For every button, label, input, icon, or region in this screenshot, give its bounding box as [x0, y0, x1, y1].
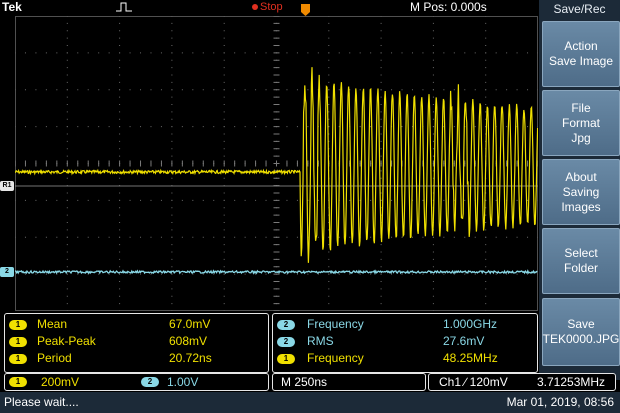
action-save-image-button[interactable]: Action Save Image: [542, 21, 620, 87]
run-state-label: Stop: [260, 1, 283, 13]
ch1-badge: 1: [9, 336, 27, 347]
measurements-panel-left: 1 Mean 67.0mV 1 Peak-Peak 608mV 1 Period…: [4, 313, 269, 373]
ch1-badge: 1: [9, 319, 27, 330]
file-format-button[interactable]: File Format Jpg: [542, 90, 620, 156]
ch1-scale: 200mV: [41, 375, 80, 389]
measurement-name: Period: [37, 351, 72, 365]
measurement-value: 1.000GHz: [443, 317, 498, 331]
ch2-waveform-trace: [15, 269, 538, 275]
vertical-settings-readout[interactable]: 1 200mV 2 1.00V: [4, 373, 269, 391]
select-folder-button[interactable]: Select Folder: [542, 228, 620, 294]
measurement-value: 608mV: [169, 334, 208, 348]
ch2-badge: 2: [277, 319, 295, 330]
ch1-badge: 1: [9, 353, 27, 364]
measurement-name: RMS: [307, 334, 334, 348]
menu-title: Save/Rec: [553, 2, 606, 16]
ch2-ground-marker[interactable]: 2: [0, 267, 14, 277]
waveform-display[interactable]: [15, 16, 538, 311]
trigger-readout[interactable]: Ch1 ∕ 120mV 3.71253MHz: [428, 373, 616, 391]
reference-marker-r1[interactable]: R1: [0, 181, 14, 191]
measurement-value: 48.25MHz: [443, 351, 498, 365]
about-saving-images-button[interactable]: About Saving Images: [542, 159, 620, 225]
bottom-status-bar: Please wait.... Mar 01, 2019, 08:56: [0, 392, 620, 413]
measurement-row: 2 RMS 27.6mV: [277, 334, 533, 349]
brand-logo: Tek: [2, 0, 22, 14]
date-time: Mar 01, 2019, 08:56: [506, 395, 614, 409]
trigger-edge-icon: [116, 2, 132, 12]
measurement-row: 1 Mean 67.0mV: [9, 317, 264, 332]
measurement-row: 1 Peak-Peak 608mV: [9, 334, 264, 349]
measurements-panel-right: 2 Frequency 1.000GHz 2 RMS 27.6mV 1 Freq…: [272, 313, 538, 373]
measurement-row: 2 Frequency 1.000GHz: [277, 317, 533, 332]
ch1-badge: 1: [277, 353, 295, 364]
ch2-badge: 2: [277, 336, 295, 347]
ch2-scale: 1.00V: [167, 375, 199, 389]
status-message: Please wait....: [4, 395, 79, 409]
stop-dot-icon: [252, 4, 258, 10]
timebase-readout[interactable]: M 250ns: [272, 373, 426, 391]
measurement-value: 20.72ns: [169, 351, 212, 365]
ch2-badge: 2: [141, 377, 159, 387]
side-menu: Save/Rec Action Save Image File Format J…: [539, 0, 620, 380]
trigger-frequency: 3.71253MHz: [537, 375, 606, 389]
measurement-value: 27.6mV: [443, 334, 485, 348]
run-state-indicator[interactable]: Stop: [252, 1, 283, 13]
horizontal-position-readout: M Pos: 0.000s: [410, 0, 487, 14]
measurement-name: Frequency: [307, 317, 364, 331]
top-status-bar: Tek Stop M Pos: 0.000s: [0, 0, 538, 16]
measurement-value: 67.0mV: [169, 317, 211, 331]
save-file-button[interactable]: Save TEK0000.JPG: [542, 298, 620, 366]
measurement-row: 1 Period 20.72ns: [9, 351, 264, 366]
trigger-setting: Ch1 ∕ 120mV: [439, 375, 508, 389]
measurement-name: Mean: [37, 317, 68, 331]
ch1-badge: 1: [9, 377, 27, 387]
measurement-name: Frequency: [307, 351, 364, 365]
measurement-row: 1 Frequency 48.25MHz: [277, 351, 533, 366]
timebase-value: M 250ns: [281, 375, 328, 389]
measurement-name: Peak-Peak: [37, 334, 96, 348]
